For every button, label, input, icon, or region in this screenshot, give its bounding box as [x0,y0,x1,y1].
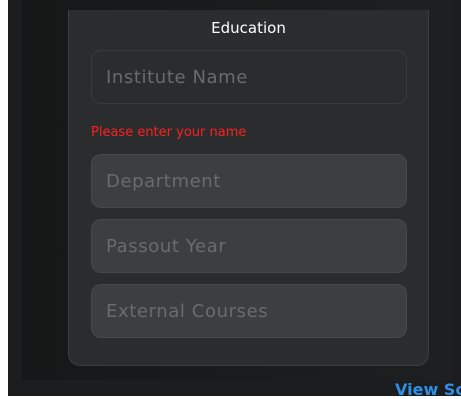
department-input[interactable]: Department [91,154,407,208]
external-courses-placeholder: External Courses [106,300,269,322]
external-courses-input[interactable]: External Courses [91,284,407,338]
passout-year-input[interactable]: Passout Year [91,219,407,273]
institute-name-placeholder: Institute Name [106,66,248,88]
left-edge [0,0,8,396]
education-title: Education [211,19,286,37]
education-card: Education Institute Name Please enter yo… [68,10,429,366]
department-placeholder: Department [106,170,221,192]
institute-name-input[interactable]: Institute Name [91,50,407,104]
passout-year-placeholder: Passout Year [106,235,227,257]
view-link[interactable]: View Sc [395,380,461,399]
error-message: Please enter your name [91,125,247,140]
